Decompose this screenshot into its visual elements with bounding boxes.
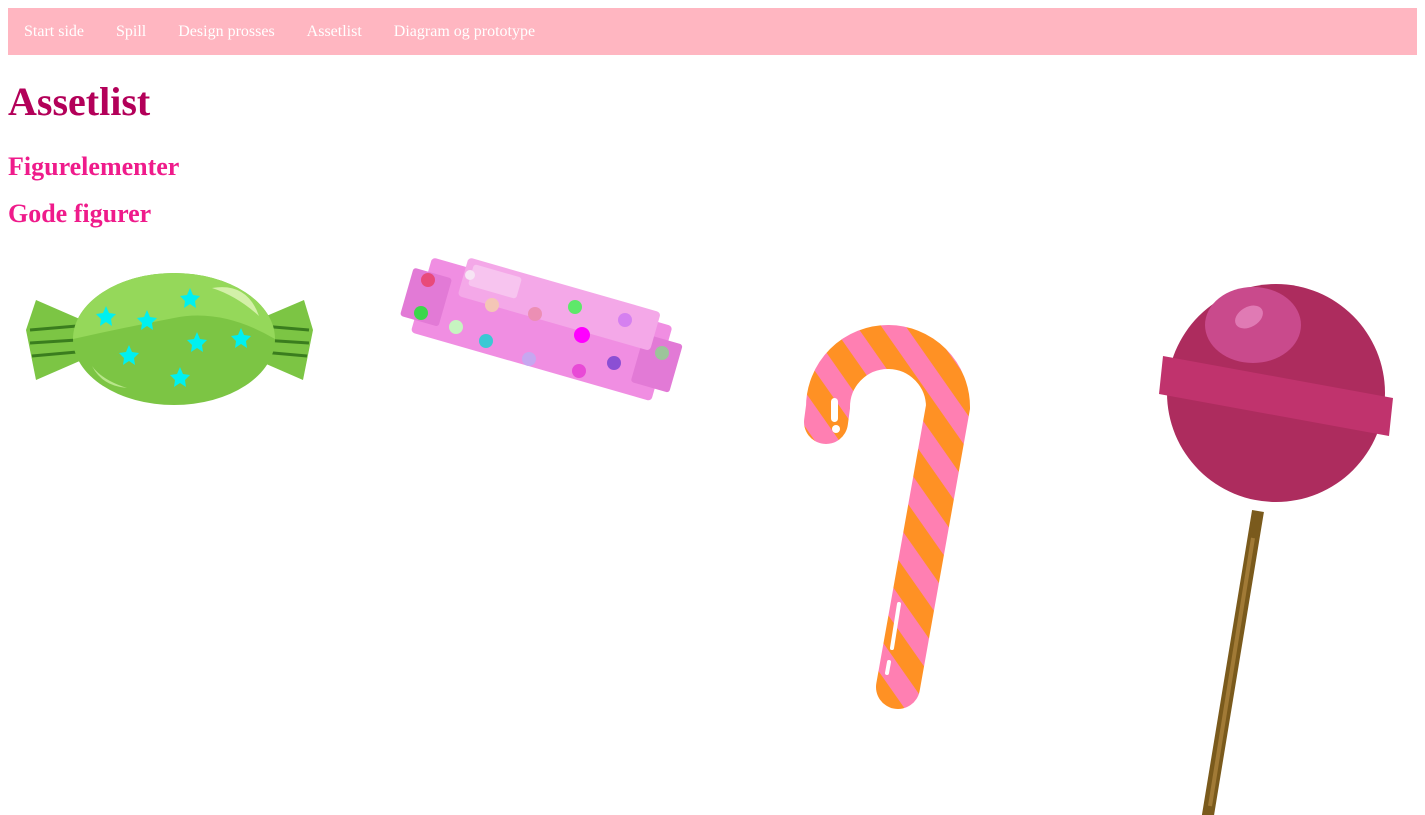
section-heading-figurelementer: Figurelementer bbox=[8, 152, 180, 181]
top-navigation: Start side Spill Design prosses Assetlis… bbox=[8, 8, 1417, 55]
wrapped-candy-icon bbox=[26, 273, 313, 405]
lollipop-icon bbox=[1159, 284, 1393, 815]
nav-link-assetlist[interactable]: Assetlist bbox=[307, 23, 362, 41]
nav-link-start-side[interactable]: Start side bbox=[24, 23, 84, 41]
page-title: Assetlist bbox=[8, 79, 151, 124]
section-heading-gode-figurer: Gode figurer bbox=[8, 199, 152, 228]
nav-link-design-prosses[interactable]: Design prosses bbox=[178, 23, 274, 41]
candy-bar-icon bbox=[400, 258, 683, 401]
candy-cane-icon bbox=[804, 325, 971, 709]
nav-link-diagram-og-prototype[interactable]: Diagram og prototype bbox=[394, 23, 535, 41]
nav-link-spill[interactable]: Spill bbox=[116, 23, 146, 41]
